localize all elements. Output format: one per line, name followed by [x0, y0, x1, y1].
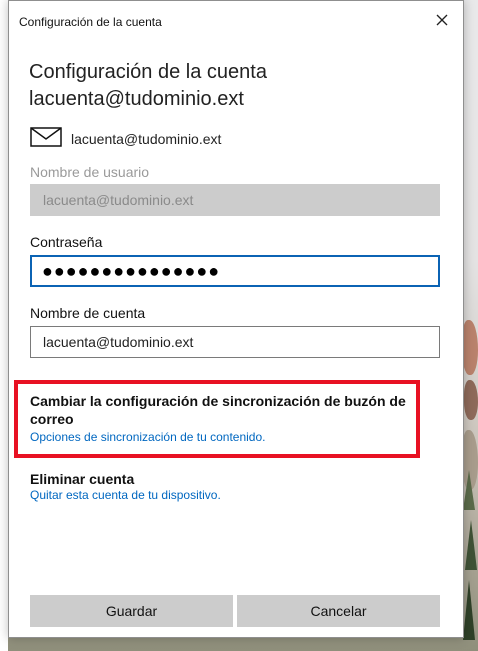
- background-strip: [0, 0, 8, 651]
- background-tree: [465, 520, 477, 570]
- close-icon: [436, 14, 448, 26]
- username-field[interactable]: [30, 184, 440, 216]
- close-button[interactable]: [435, 13, 451, 29]
- account-settings-dialog: Configuración de la cuenta Configuración…: [8, 0, 464, 638]
- page-title: Configuración de la cuenta lacuenta@tudo…: [29, 59, 267, 113]
- window-title: Configuración de la cuenta: [19, 15, 162, 29]
- background-tree: [463, 580, 475, 640]
- delete-account-title[interactable]: Eliminar cuenta: [30, 470, 134, 488]
- save-button[interactable]: Guardar: [30, 595, 233, 627]
- sync-options-link[interactable]: Opciones de sincronización de tu conteni…: [30, 430, 265, 444]
- username-label: Nombre de usuario: [30, 164, 150, 180]
- background-rock: [464, 380, 478, 420]
- cancel-button[interactable]: Cancelar: [237, 595, 440, 627]
- password-field[interactable]: [30, 255, 440, 287]
- password-label: Contraseña: [30, 234, 103, 250]
- mail-icon: [30, 127, 62, 147]
- account-name-label: Nombre de cuenta: [30, 305, 146, 321]
- page-title-email: lacuenta@tudominio.ext: [29, 88, 244, 110]
- page-title-line: Configuración de la cuenta: [29, 61, 267, 83]
- sync-settings-title[interactable]: Cambiar la configuración de sincronizaci…: [30, 392, 420, 428]
- account-email: lacuenta@tudominio.ext: [71, 131, 222, 147]
- title-bar: Configuración de la cuenta: [9, 1, 463, 43]
- background-rock: [462, 320, 478, 375]
- account-name-field[interactable]: [30, 326, 440, 358]
- remove-account-link[interactable]: Quitar esta cuenta de tu dispositivo.: [30, 488, 221, 502]
- background-tree: [463, 470, 475, 510]
